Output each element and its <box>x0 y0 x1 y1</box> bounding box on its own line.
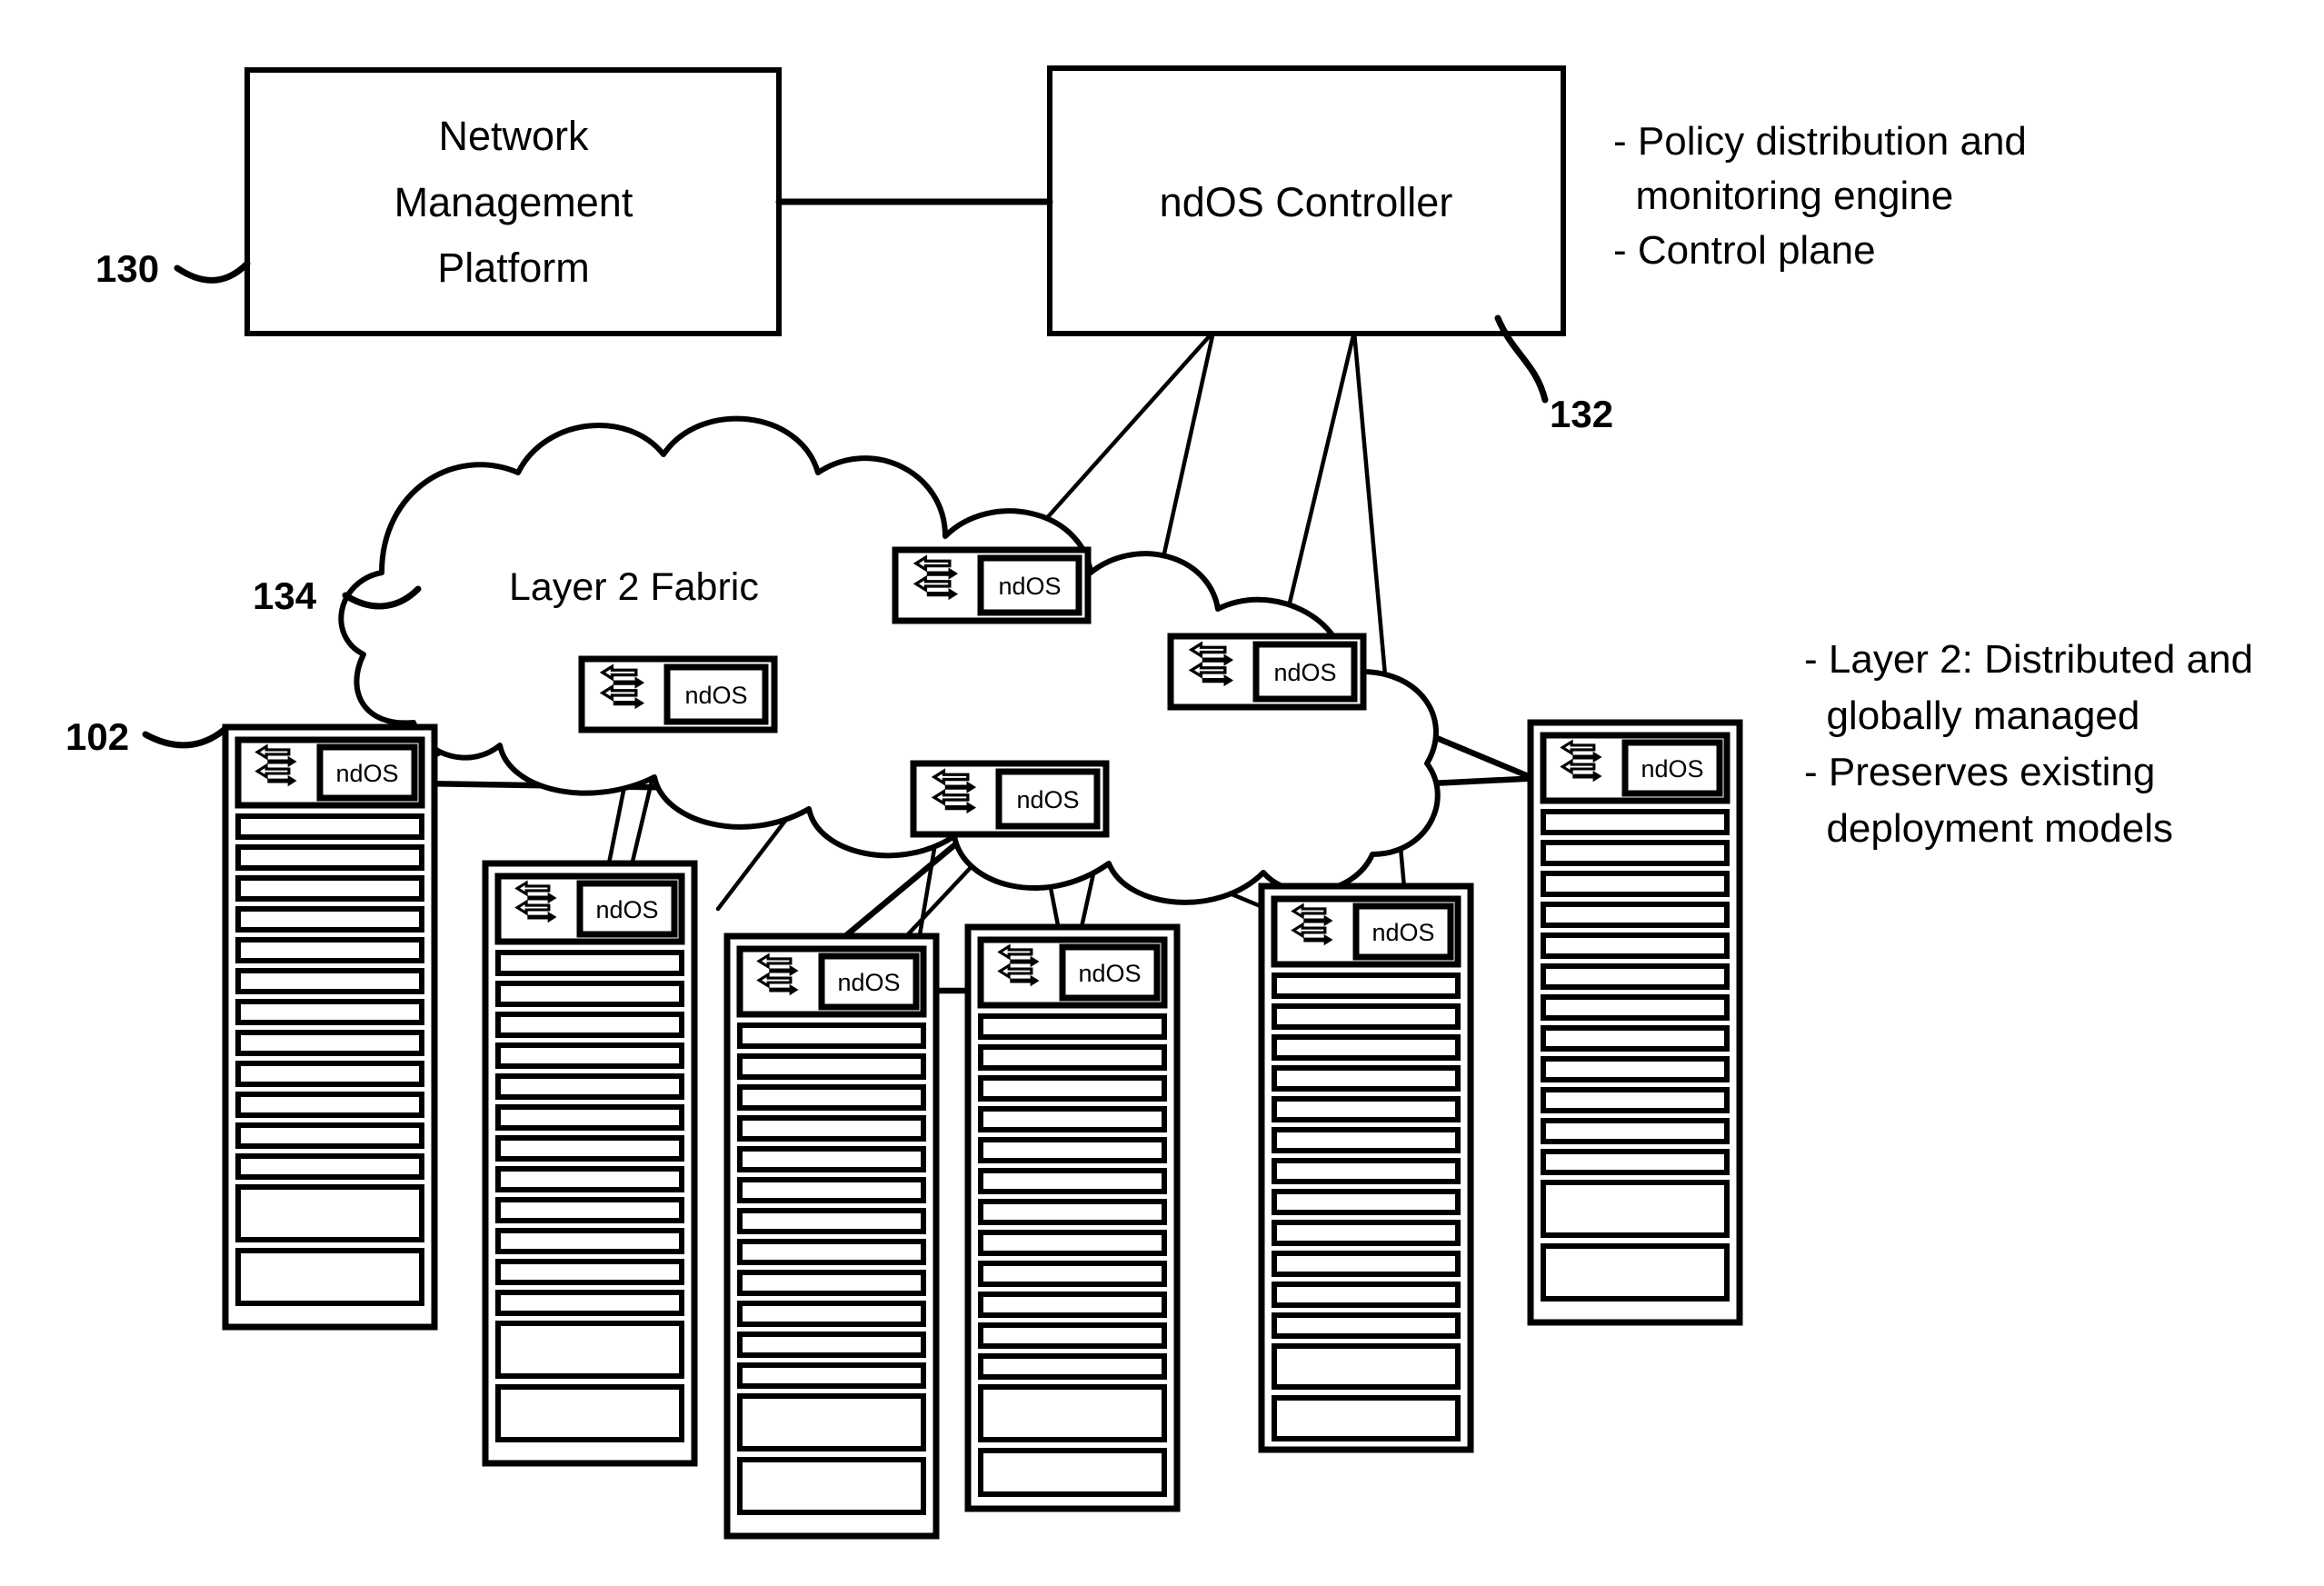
controller-note-line-2: monitoring engine <box>1613 174 1953 218</box>
rack-sw-1-label: ndOS <box>335 760 398 787</box>
nmp-label-line-3: Platform <box>437 244 590 291</box>
rack-sw-5[interactable]: ndOS <box>1271 895 1461 968</box>
rack-sw-5-label: ndOS <box>1371 919 1434 946</box>
figure-canvas: Network Management Platform ndOS Control… <box>0 0 2324 1586</box>
fabric-switch-center-label: ndOS <box>1016 786 1079 813</box>
rack-sw-6[interactable]: ndOS <box>1540 732 1731 804</box>
rack-sw-4-label: ndOS <box>1078 960 1141 987</box>
fabric-note-line-1: - Layer 2: Distributed and <box>1804 637 2253 682</box>
rack-sw-4[interactable]: ndOS <box>977 936 1168 1009</box>
fabric-note-line-4: deployment models <box>1804 806 2173 851</box>
rack-sw-2-label: ndOS <box>595 896 658 923</box>
ref-leader-102 <box>142 723 231 749</box>
fabric-switch-top-label: ndOS <box>998 573 1061 600</box>
server-rack-3[interactable]: ndOS <box>723 933 940 1540</box>
server-rack-6[interactable]: ndOS <box>1527 719 1743 1326</box>
ref-number-134: 134 <box>253 574 317 617</box>
fabric-switch-center[interactable]: ndOS <box>910 760 1110 838</box>
ref-leader-130 <box>174 260 251 284</box>
ref-number-102: 102 <box>65 715 129 758</box>
cloud-label: Layer 2 Fabric <box>509 565 759 609</box>
network-architecture-diagram: Network Management Platform ndOS Control… <box>65 65 2253 1540</box>
server-rack-2[interactable]: ndOS <box>482 860 698 1467</box>
fabric-switch-right-label: ndOS <box>1273 659 1336 686</box>
fabric-switch-right[interactable]: ndOS <box>1167 633 1367 711</box>
rack-sw-2[interactable]: ndOS <box>494 873 685 945</box>
server-rack-1[interactable]: ndOS <box>222 723 438 1331</box>
ref-number-130: 130 <box>95 247 159 290</box>
rack-sw-3-label: ndOS <box>837 969 900 996</box>
controller-note-line-3: - Control plane <box>1613 228 1876 273</box>
fabric-note-line-3: - Preserves existing <box>1804 750 2155 794</box>
fabric-switch-left-label: ndOS <box>684 682 747 709</box>
ndos-controller-label: ndOS Controller <box>1160 179 1453 225</box>
rack-sw-3[interactable]: ndOS <box>736 945 927 1018</box>
nmp-label-line-2: Management <box>394 179 633 225</box>
fabric-switch-left[interactable]: ndOS <box>578 655 778 733</box>
controller-note-line-1: - Policy distribution and <box>1613 119 2027 164</box>
rack-sw-1[interactable]: ndOS <box>234 736 425 809</box>
rack-4-slots <box>978 1013 1167 1497</box>
rack-sw-6-label: ndOS <box>1641 755 1703 783</box>
fabric-note-line-2: globally managed <box>1804 693 2139 738</box>
ref-number-132: 132 <box>1550 393 1613 435</box>
server-rack-4[interactable]: ndOS <box>964 923 1181 1512</box>
rack-5-slots <box>1272 973 1461 1441</box>
nmp-label-line-1: Network <box>438 113 589 159</box>
server-rack-5[interactable]: ndOS <box>1258 883 1474 1453</box>
fabric-switch-top[interactable]: ndOS <box>892 546 1092 624</box>
